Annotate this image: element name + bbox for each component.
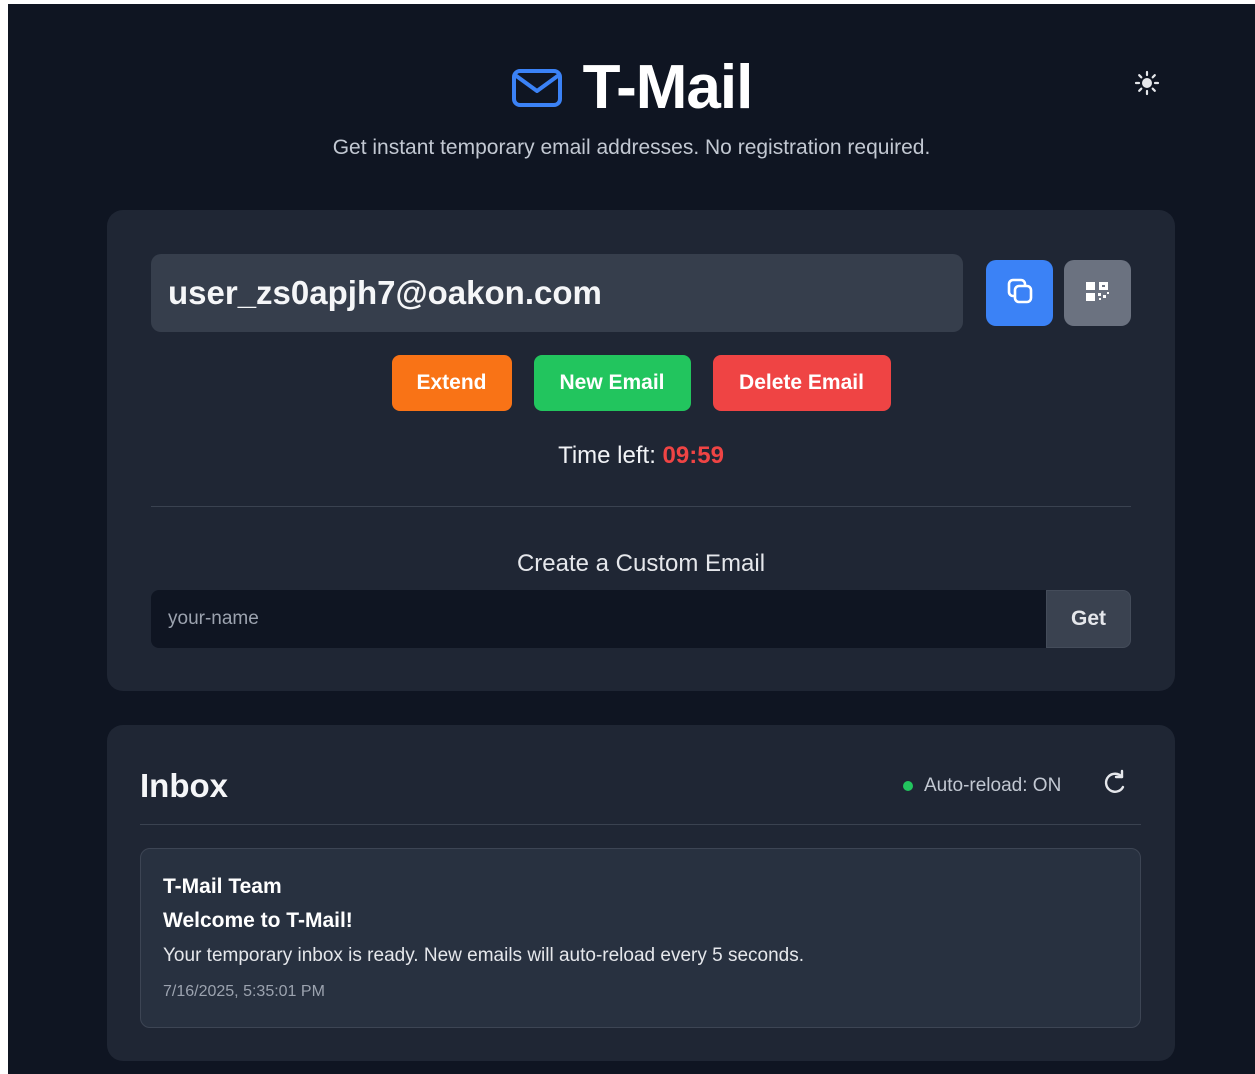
- mail-subject: Welcome to T-Mail!: [163, 909, 353, 932]
- title-row: T-Mail: [8, 52, 1255, 124]
- inbox-divider: [140, 824, 1141, 825]
- email-card: user_zs0apjh7@oakon.com Extend New Email…: [107, 210, 1175, 691]
- custom-email-title: Create a Custom Email: [516, 550, 766, 577]
- mail-item[interactable]: T-Mail Team Welcome to T-Mail! Your temp…: [140, 848, 1141, 1028]
- page-subtitle: Get instant temporary email addresses. N…: [332, 136, 931, 159]
- get-button[interactable]: Get: [1046, 590, 1131, 648]
- mail-preview: Your temporary inbox is ready. New email…: [163, 945, 805, 966]
- copy-button[interactable]: [986, 260, 1053, 326]
- inbox-card: Inbox Auto-reload: ON T-Mail Team Welcom…: [107, 725, 1175, 1061]
- qr-code-icon: [1084, 279, 1112, 308]
- mail-sender: T-Mail Team: [163, 875, 282, 898]
- extend-button[interactable]: Extend: [391, 355, 512, 411]
- page-title: T-Mail: [582, 53, 754, 122]
- qr-code-button[interactable]: [1064, 260, 1131, 326]
- mail-icon: [511, 68, 563, 108]
- auto-reload-label: Auto-reload: ON: [924, 775, 1062, 796]
- sun-icon: [1134, 70, 1160, 101]
- status-dot: [903, 781, 913, 791]
- inbox-title: Inbox: [140, 767, 228, 804]
- copy-icon: [1006, 277, 1034, 310]
- theme-toggle-button[interactable]: [1132, 70, 1162, 100]
- delete-email-button[interactable]: Delete Email: [712, 355, 891, 411]
- email-address-display[interactable]: user_zs0apjh7@oakon.com: [151, 254, 963, 332]
- timer-label: Time left:: [558, 442, 663, 469]
- divider: [151, 506, 1131, 507]
- auto-reload-status: Auto-reload: ON: [903, 775, 1061, 797]
- refresh-button[interactable]: [1098, 769, 1130, 801]
- custom-name-input[interactable]: [151, 590, 1047, 648]
- timer: Time left: 09:59: [107, 442, 1175, 470]
- new-email-button[interactable]: New Email: [533, 355, 691, 411]
- app-root: T-Mail Get instant temporary email addre…: [8, 4, 1255, 1074]
- header: T-Mail Get instant temporary email addre…: [8, 4, 1255, 194]
- action-row: Extend New Email Delete Email: [107, 355, 1175, 411]
- refresh-icon: [1099, 768, 1129, 803]
- timer-value: 09:59: [662, 442, 724, 469]
- mail-timestamp: 7/16/2025, 5:35:01 PM: [163, 983, 325, 1000]
